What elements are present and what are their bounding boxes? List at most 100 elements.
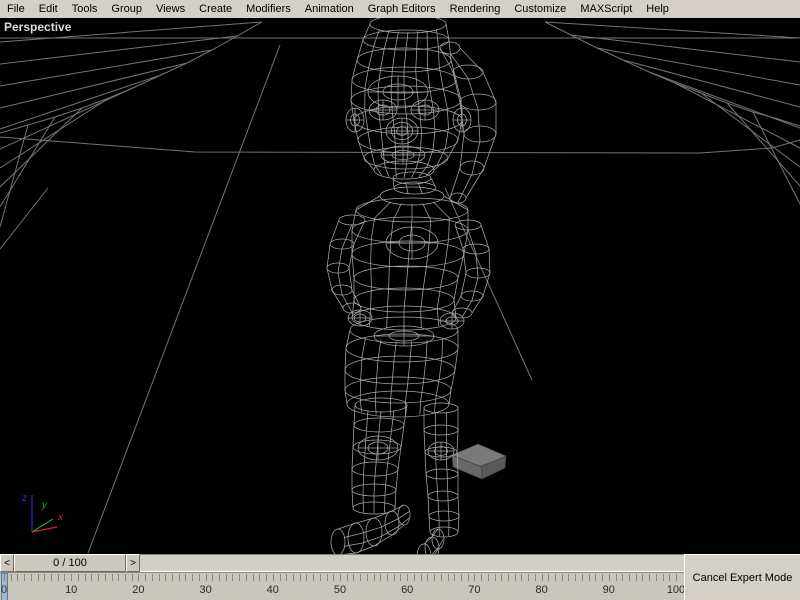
application-window: FileEditToolsGroupViewsCreateModifiersAn…: [0, 0, 800, 600]
frame-tick: [656, 574, 657, 581]
frame-tick: [212, 574, 213, 581]
frame-tick: [306, 574, 307, 581]
frame-number-label: 40: [260, 584, 286, 596]
menu-item-file[interactable]: File: [0, 2, 32, 17]
frame-tick: [394, 574, 395, 581]
frame-tick: [85, 574, 86, 581]
time-slider-track[interactable]: [140, 554, 684, 572]
frame-tick: [132, 574, 133, 581]
frame-number-label: 60: [394, 584, 420, 596]
frame-tick: [400, 574, 401, 581]
frame-tick: [629, 574, 630, 581]
frame-number-label: 50: [327, 584, 353, 596]
frame-tick: [64, 574, 65, 581]
frame-number-label: 90: [596, 584, 622, 596]
menu-item-group[interactable]: Group: [104, 2, 149, 17]
menu-item-tools[interactable]: Tools: [65, 2, 105, 17]
frame-tick: [159, 574, 160, 581]
frame-tick: [427, 574, 428, 581]
axis-label-x: x: [57, 512, 64, 523]
frame-tick: [333, 574, 334, 581]
frame-tick: [300, 574, 301, 581]
previous-frame-button[interactable]: <: [0, 554, 14, 572]
frame-tick: [219, 574, 220, 581]
axis-label-z: z: [21, 493, 27, 504]
frame-tick: [642, 574, 643, 581]
frame-tick: [535, 574, 536, 581]
frame-tick: [320, 574, 321, 581]
menu-item-views[interactable]: Views: [149, 2, 192, 17]
frame-tick: [568, 574, 569, 581]
frame-tick: [521, 574, 522, 581]
frame-tick: [616, 574, 617, 581]
frame-tick: [441, 574, 442, 581]
frame-tick: [421, 574, 422, 581]
frame-tick: [461, 574, 462, 581]
frame-tick: [407, 574, 408, 581]
cancel-expert-mode-button[interactable]: Cancel Expert Mode: [684, 554, 800, 600]
menu-item-create[interactable]: Create: [192, 2, 239, 17]
frame-tick: [179, 574, 180, 581]
frame-tick: [58, 574, 59, 581]
frame-tick: [374, 574, 375, 581]
frame-tick: [649, 574, 650, 581]
frame-tick: [501, 574, 502, 581]
frame-tick: [165, 574, 166, 581]
frame-tick: [259, 574, 260, 581]
menu-item-animation[interactable]: Animation: [298, 2, 361, 17]
frame-tick: [293, 574, 294, 581]
frame-number-label: 30: [193, 584, 219, 596]
frame-tick: [387, 574, 388, 581]
menu-item-help[interactable]: Help: [639, 2, 676, 17]
frame-tick: [145, 574, 146, 581]
frame-tick: [38, 574, 39, 581]
frame-tick: [448, 574, 449, 581]
menu-item-graph-editors[interactable]: Graph Editors: [361, 2, 443, 17]
next-frame-button[interactable]: >: [126, 554, 140, 572]
menu-item-rendering[interactable]: Rendering: [443, 2, 508, 17]
menu-bar: FileEditToolsGroupViewsCreateModifiersAn…: [0, 0, 800, 19]
frame-tick: [622, 574, 623, 581]
frame-tick: [206, 574, 207, 581]
track-bar-ruler[interactable]: 0102030405060708090100: [0, 572, 684, 600]
frame-tick: [515, 574, 516, 581]
frame-tick: [118, 574, 119, 581]
frame-tick: [595, 574, 596, 581]
frame-tick: [185, 574, 186, 581]
frame-tick: [548, 574, 549, 581]
frame-tick: [31, 574, 32, 581]
frame-tick: [91, 574, 92, 581]
frame-tick: [11, 574, 12, 581]
frame-tick: [327, 574, 328, 581]
frame-tick: [528, 574, 529, 581]
menu-item-modifiers[interactable]: Modifiers: [239, 2, 298, 17]
frame-tick: [239, 574, 240, 581]
frame-tick: [51, 574, 52, 581]
frame-tick: [105, 574, 106, 581]
menu-item-maxscript[interactable]: MAXScript: [573, 2, 639, 17]
home-grid-lines: [0, 22, 800, 553]
frame-tick: [112, 574, 113, 581]
menu-item-customize[interactable]: Customize: [507, 2, 573, 17]
time-slider-thumb[interactable]: 0 / 100: [14, 554, 126, 572]
frame-tick: [71, 574, 72, 581]
frame-tick: [602, 574, 603, 581]
world-axis-gizmo: xyz: [21, 493, 64, 532]
menu-item-edit[interactable]: Edit: [32, 2, 65, 17]
frame-number-label: 80: [529, 584, 555, 596]
frame-tick: [669, 574, 670, 581]
frame-tick: [508, 574, 509, 581]
perspective-viewport[interactable]: xyz Perspective: [0, 18, 800, 554]
frame-tick: [340, 574, 341, 581]
frame-tick: [676, 574, 677, 581]
frame-number-label: 10: [58, 584, 84, 596]
frame-tick: [280, 574, 281, 581]
time-slider-row: < 0 / 100 >: [0, 554, 684, 572]
frame-number-label: 20: [125, 584, 151, 596]
frame-tick: [367, 574, 368, 581]
frame-number-label: 70: [461, 584, 487, 596]
box-object[interactable]: [452, 444, 506, 479]
frame-tick: [353, 574, 354, 581]
viewport-canvas[interactable]: xyz: [0, 18, 800, 554]
frame-tick: [273, 574, 274, 581]
